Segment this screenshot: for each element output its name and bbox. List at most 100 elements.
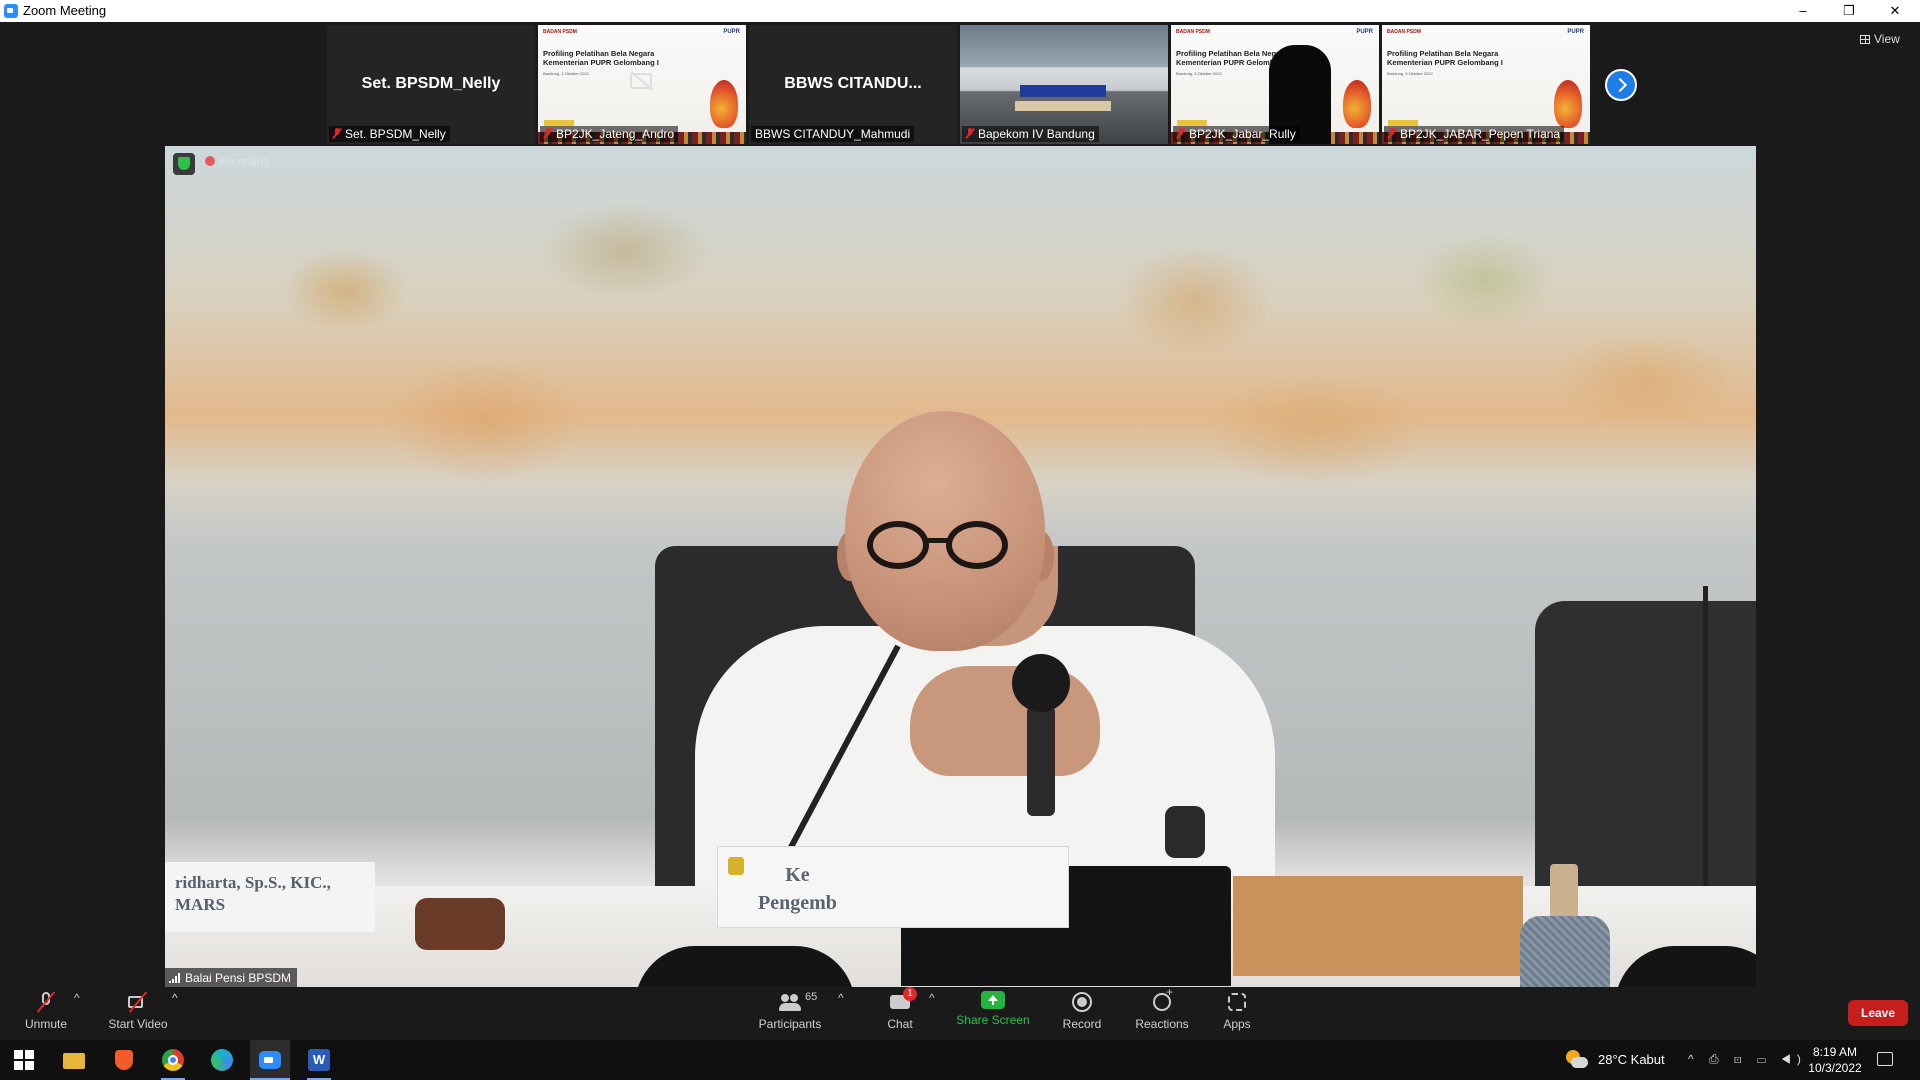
chat-unread-badge: 1: [903, 987, 917, 1001]
participant-nameplate: BP2JK_JABAR_Pepen Triana: [1384, 126, 1565, 142]
record-label: Record: [1062, 1017, 1102, 1031]
record-button[interactable]: Record: [1060, 991, 1104, 1031]
view-button[interactable]: View: [1860, 32, 1900, 46]
participant-name: Bapekom IV Bandung: [978, 127, 1095, 141]
reactions-button[interactable]: Reactions: [1134, 985, 1190, 1031]
participant-tile[interactable]: Set. BPSDM_Nelly Set. BPSDM_Nelly: [327, 25, 535, 144]
participant-name: BP2JK_Jabar_Rully: [1189, 127, 1296, 141]
minimize-button[interactable]: –: [1780, 0, 1826, 22]
slide-title: Profiling Pelatihan Bela Negara Kementer…: [1387, 49, 1503, 67]
participant-nameplate: BP2JK_Jateng_Andro: [540, 126, 679, 142]
name-placard: Ke Pengemb: [717, 846, 1069, 928]
slide-pupr-logo: PUPR: [1356, 29, 1373, 35]
security-shield-icon[interactable]: [173, 153, 195, 175]
taskbar-clock[interactable]: 8:19 AM 10/3/2022: [1800, 1044, 1870, 1076]
audio-options-chevron-icon[interactable]: ^: [74, 991, 80, 1005]
reactions-label: Reactions: [1135, 1017, 1189, 1031]
grid-view-icon: [1860, 35, 1870, 44]
recording-indicator: Recording: [205, 156, 269, 168]
windows-start-icon[interactable]: [12, 1048, 36, 1072]
word-icon[interactable]: [307, 1048, 331, 1072]
slide-title: Profiling Pelatihan Bela Negara Kementer…: [543, 49, 659, 67]
participant-tile[interactable]: BADAN PSDM PUPR Profiling Pelatihan Bela…: [1382, 25, 1590, 144]
recording-label: Recording: [219, 156, 270, 168]
participants-button[interactable]: 65 Participants: [754, 991, 826, 1031]
mic-muted-icon: [544, 128, 552, 139]
maximize-button[interactable]: ❐: [1826, 0, 1872, 22]
bottle: [1520, 916, 1610, 988]
handheld-microphone: [1027, 706, 1055, 816]
recording-dot-icon: [205, 156, 215, 166]
close-window-button[interactable]: ✕: [1872, 0, 1918, 22]
slide-logo: BADAN PSDM: [1176, 29, 1210, 35]
file-explorer-icon[interactable]: [62, 1048, 86, 1072]
participant-tile[interactable]: BADAN PSDM PUPR Profiling Pelatihan Bela…: [1171, 25, 1379, 144]
flame-graphic: [1343, 80, 1371, 128]
wristwatch: [1165, 806, 1205, 858]
microphone-base: [635, 946, 855, 988]
window-title: Zoom Meeting: [23, 3, 107, 18]
mic-muted-icon: [1177, 128, 1185, 139]
unmute-button[interactable]: Unmute: [22, 991, 70, 1031]
speaker-name: Balai Pensi BPSDM: [185, 971, 292, 985]
participant-nameplate: BP2JK_Jabar_Rully: [1173, 126, 1300, 142]
participant-tile[interactable]: BADAN PSDM PUPR Profiling Pelatihan Bela…: [538, 25, 746, 144]
title-bar: Zoom Meeting – ❐ ✕: [0, 0, 1920, 22]
brave-browser-icon[interactable]: [112, 1048, 136, 1072]
slide-date: Bandung, 3 Oktober 2022: [543, 71, 589, 76]
participants-chevron-icon[interactable]: ^: [838, 991, 844, 1005]
start-video-button[interactable]: Start Video: [106, 991, 170, 1031]
apps-button[interactable]: Apps: [1222, 991, 1252, 1031]
placard-logo-icon: [728, 857, 744, 875]
clock-date: 10/3/2022: [1808, 1061, 1862, 1075]
weather-icon[interactable]: [1566, 1050, 1588, 1070]
video-options-chevron-icon[interactable]: ^: [172, 991, 178, 1005]
chat-chevron-icon[interactable]: ^: [929, 991, 935, 1005]
chat-label: Chat: [887, 1017, 913, 1031]
notification-center-icon[interactable]: [1877, 1052, 1893, 1066]
participant-tile[interactable]: BBWS CITANDU... BBWS CITANDUY_Mahmudi: [749, 25, 957, 144]
wooden-box: [1233, 876, 1523, 976]
unmute-label: Unmute: [24, 1017, 68, 1031]
participant-name: BP2JK_JABAR_Pepen Triana: [1400, 127, 1561, 141]
leave-button[interactable]: Leave: [1848, 1000, 1908, 1026]
participant-nameplate: Bapekom IV Bandung: [962, 126, 1099, 142]
apps-label: Apps: [1223, 1017, 1251, 1031]
glasses: [867, 521, 929, 569]
chrome-icon[interactable]: [161, 1048, 185, 1072]
chat-button[interactable]: 1 Chat: [880, 987, 920, 1031]
meeting-controls: Unmute ^ Start Video ^ 65 Participants ^…: [0, 985, 1920, 1040]
clock-time: 8:19 AM: [1812, 1045, 1858, 1059]
participant-name: Set. BPSDM_Nelly: [345, 127, 446, 141]
camera-off-icon: [630, 73, 652, 89]
windows-taskbar: 28°C Kabut ^ ⎙ ⊡ ▭ ◀) 8:19 AM 10/3/2022: [0, 1040, 1920, 1080]
system-tray-icons[interactable]: ^ ⎙ ⊡ ▭ ◀): [1688, 1052, 1807, 1067]
speaker-hands: [910, 666, 1100, 776]
slide-logo: BADAN PSDM: [1387, 29, 1421, 35]
edge-icon[interactable]: [210, 1048, 234, 1072]
meeting-area: View Set. BPSDM_Nelly Set. BPSDM_Nelly B…: [0, 22, 1920, 988]
start-video-label: Start Video: [108, 1017, 168, 1031]
active-speaker-video: ridharta, Sp.S., KIC., MARS Ke Pengemb R…: [165, 146, 1756, 988]
apps-icon: [1225, 991, 1249, 1013]
glasses: [946, 521, 1008, 569]
share-screen-label: Share Screen: [956, 1013, 1030, 1027]
share-screen-button[interactable]: Share Screen: [956, 991, 1030, 1027]
next-page-arrow-icon[interactable]: [1605, 69, 1637, 101]
participants-icon: 65: [778, 991, 817, 1013]
weather-text[interactable]: 28°C Kabut: [1598, 1052, 1665, 1067]
reactions-icon: [1150, 985, 1174, 1013]
mic-muted-icon: [1388, 128, 1396, 139]
flame-graphic: [710, 80, 738, 128]
participant-name: BBWS CITANDUY_Mahmudi: [755, 127, 911, 141]
participant-tile[interactable]: Bapekom IV Bandung: [960, 25, 1168, 144]
participants-count: 65: [805, 991, 818, 1003]
view-button-label: View: [1874, 32, 1900, 46]
participant-display-name: BBWS CITANDU...: [784, 75, 922, 92]
participant-name: BP2JK_Jateng_Andro: [556, 127, 675, 141]
slide-date: Bandung, 3 Oktober 2022: [1387, 71, 1433, 76]
microphone-muted-icon: [34, 991, 58, 1013]
zoom-taskbar-icon[interactable]: [258, 1048, 282, 1072]
participant-nameplate: Set. BPSDM_Nelly: [329, 126, 450, 142]
slide-date: Bandung, 3 Oktober 2022: [1176, 71, 1222, 76]
